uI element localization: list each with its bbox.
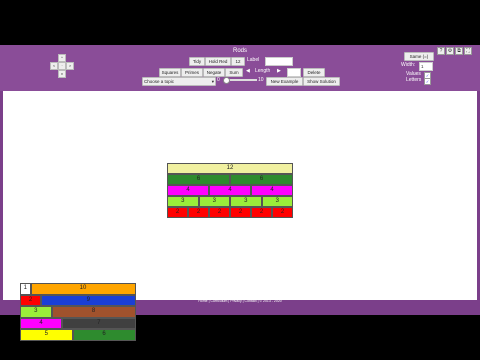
page-title: Rods — [232, 48, 247, 54]
slider-min: 0 — [217, 77, 220, 83]
move-right-icon[interactable]: > — [66, 62, 74, 70]
same-button[interactable]: Same (=) — [404, 52, 434, 61]
length-label: Length — [255, 68, 271, 74]
stack-rod[interactable]: 4 — [20, 317, 62, 329]
stack-rod[interactable]: 1 — [20, 283, 31, 295]
width-label: Width: — [401, 62, 416, 68]
fullscreen-icon[interactable]: ⛶ — [464, 47, 472, 55]
grid-rod[interactable]: 2 — [272, 207, 293, 218]
tidy-button[interactable]: Tidy — [189, 57, 205, 66]
rods-canvas[interactable]: 12 6 6 4 4 4 3 3 3 3 2 2 2 2 2 2 1 10 2 9 3 8 4 7 5 6 — [3, 91, 477, 341]
move-up-icon[interactable]: ^ — [58, 54, 66, 62]
sum-button[interactable]: Sum — [225, 68, 243, 77]
grid-rod[interactable]: 3 — [261, 196, 293, 207]
grid-rod[interactable]: 2 — [230, 207, 251, 218]
grid-rod[interactable]: 2 — [251, 207, 272, 218]
app-window: Rods ^ < · > v Tidy Hold Red 12 Label Sq… — [0, 45, 480, 341]
copy-icon[interactable]: ⧉ — [455, 47, 463, 55]
move-down-icon[interactable]: v — [58, 70, 66, 78]
stack-rod[interactable]: 6 — [72, 329, 136, 341]
decrease-length-icon[interactable]: ◀ — [246, 68, 250, 75]
grid-rod[interactable]: 2 — [188, 207, 209, 218]
stack-rod[interactable]: 10 — [30, 283, 136, 295]
settings-icon[interactable]: ⚙ — [446, 47, 454, 55]
label-text: Label — [247, 57, 260, 63]
move-left-icon[interactable]: < — [50, 62, 58, 70]
stack-rod[interactable]: 5 — [20, 329, 73, 341]
help-icon[interactable]: ? — [437, 47, 445, 55]
primes-button[interactable]: Primes — [181, 68, 203, 77]
delete-button[interactable]: Delete — [303, 68, 325, 77]
grid-rod[interactable]: 4 — [209, 185, 251, 196]
chevron-down-icon: ▾ — [211, 79, 214, 84]
show-solution-button[interactable]: Show Solution — [303, 77, 340, 86]
grid-rod[interactable]: 3 — [167, 196, 199, 207]
width-input[interactable]: 1 — [419, 62, 433, 71]
letters-label: Letters — [406, 77, 422, 83]
topic-select[interactable]: Choose a topic ▾ — [142, 77, 216, 86]
value-select[interactable]: 12 — [231, 57, 245, 66]
topic-select-label: Choose a topic — [144, 79, 175, 84]
new-example-button[interactable]: New Example — [266, 77, 303, 86]
toolbar: Rods ^ < · > v Tidy Hold Red 12 Label Sq… — [0, 45, 480, 91]
squares-button[interactable]: Squares — [159, 68, 181, 77]
negate-button[interactable]: Negate — [203, 68, 225, 77]
grid-rod[interactable]: 12 — [167, 163, 293, 174]
grid-rod[interactable]: 3 — [198, 196, 230, 207]
hold-red-button[interactable]: Hold Red — [205, 57, 231, 66]
increase-length-icon[interactable]: ▶ — [277, 68, 281, 75]
stack-rod[interactable]: 7 — [62, 317, 136, 329]
grid-rod[interactable]: 3 — [230, 196, 262, 207]
center-icon[interactable]: · — [58, 62, 66, 70]
stack-rod[interactable]: 3 — [20, 306, 52, 318]
length-input[interactable] — [287, 68, 301, 77]
grid-rod[interactable]: 2 — [209, 207, 230, 218]
grid-rod[interactable]: 6 — [167, 174, 230, 185]
stack-rod[interactable]: 8 — [51, 306, 136, 318]
footer-links[interactable]: Home | Curriculum | Privacy | Contact | … — [0, 299, 480, 303]
grid-rod[interactable]: 2 — [167, 207, 188, 218]
grid-rod[interactable]: 4 — [167, 185, 209, 196]
grid-rod[interactable]: 6 — [230, 174, 293, 185]
grid-rod[interactable]: 4 — [251, 185, 293, 196]
topic-slider[interactable] — [223, 77, 257, 84]
label-input[interactable] — [265, 57, 293, 66]
letters-checkbox[interactable]: ✓ — [424, 78, 431, 85]
direction-pad: ^ < · > v — [50, 54, 76, 78]
slider-max: 10 — [258, 77, 264, 83]
slider-knob[interactable] — [223, 77, 230, 84]
